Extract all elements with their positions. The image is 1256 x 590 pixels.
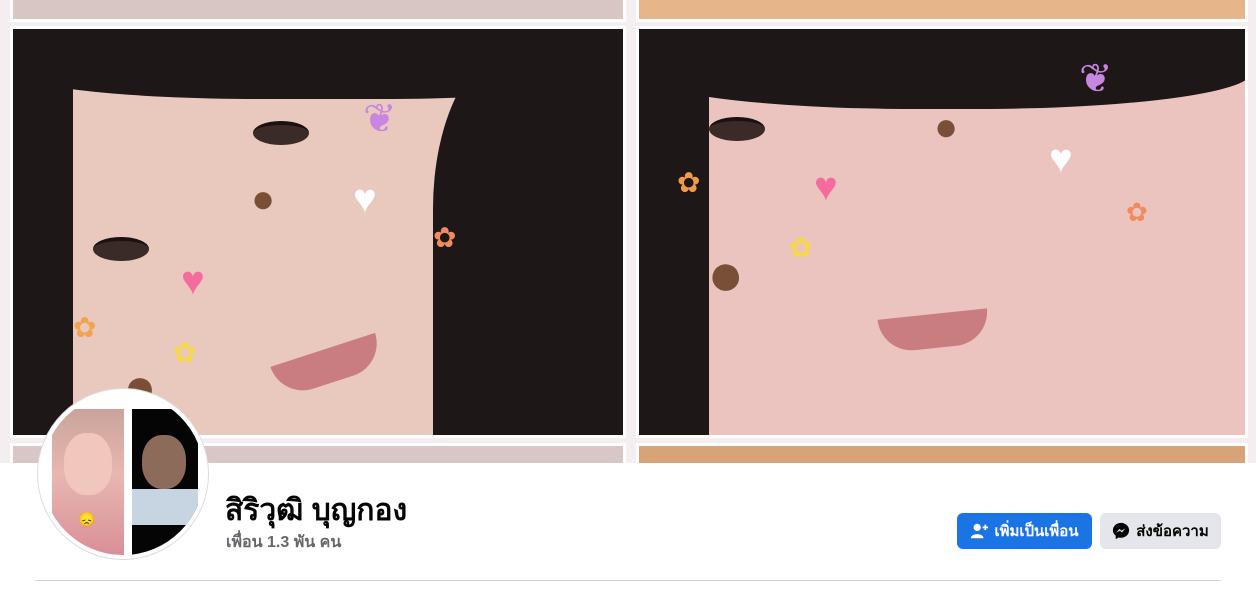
header-divider <box>35 580 1221 581</box>
eye <box>253 121 309 145</box>
bear-sticker-icon: ● <box>934 105 959 149</box>
hair-shape <box>639 49 709 435</box>
lips <box>270 332 386 400</box>
flower-sticker-icon: ✿ <box>789 232 813 263</box>
heart-sticker-icon: ♥ <box>181 259 205 303</box>
bird-sticker-icon: ♥ <box>353 177 377 221</box>
eye <box>709 117 765 141</box>
hair-shape <box>433 49 623 435</box>
face <box>142 435 186 489</box>
flower-sticker-icon: ✿ <box>173 337 197 368</box>
heart-sticker-icon: ♥ <box>814 165 838 209</box>
flower-sticker-icon: ✿ <box>73 312 97 343</box>
cover-photo[interactable]: ❦ ● ♥ ♥ ✿ ✿ ✿ ● ● ❦ ♥ ♥ ✿ ✿ ● ✿ <box>0 0 1256 463</box>
profile-photo-left-panel: 😞 <box>52 409 124 555</box>
messenger-icon <box>1113 522 1130 540</box>
cover-tile-left: ❦ ● ♥ ♥ ✿ ✿ ✿ ● <box>10 26 626 438</box>
cover-tile-right: ● ❦ ♥ ♥ ✿ ✿ ● ✿ <box>636 26 1248 438</box>
flower-sticker-icon: ✿ <box>677 167 701 198</box>
friends-count-link[interactable]: เพื่อน 1.3 พัน คน <box>226 530 341 555</box>
butterfly-sticker-icon: ❦ <box>1079 57 1113 101</box>
add-friend-icon <box>971 523 989 539</box>
cover-tile-top-left <box>10 0 626 22</box>
hair-shape <box>13 59 73 435</box>
profile-photo-right-panel <box>132 409 198 555</box>
face <box>64 433 112 495</box>
add-friend-button[interactable]: เพิ่มเป็นเพื่อน <box>957 513 1092 549</box>
profile-name: สิริวุฒิ บุญกอง <box>225 494 408 527</box>
bear-sticker-icon: ● <box>251 177 276 221</box>
message-label: ส่งข้อความ <box>1136 523 1209 540</box>
flower-sticker-icon: ✿ <box>433 222 457 253</box>
profile-picture[interactable]: 😞 <box>38 389 208 559</box>
butterfly-sticker-icon: ❦ <box>363 97 397 141</box>
message-button[interactable]: ส่งข้อความ <box>1100 513 1221 549</box>
profile-picture-image: 😞 <box>42 393 204 555</box>
flower-sticker-icon: ✿ <box>1126 197 1148 227</box>
shirt <box>132 489 198 525</box>
bird-sticker-icon: ♥ <box>1049 137 1073 181</box>
emoji-sticker-icon: 😞 <box>78 511 96 527</box>
cover-tile-top-right <box>636 0 1248 22</box>
cover-tile-bottom-right <box>636 443 1248 463</box>
lips <box>877 308 991 354</box>
add-friend-label: เพิ่มเป็นเพื่อน <box>994 523 1079 540</box>
eye <box>93 237 149 261</box>
hair-shape <box>639 29 1245 109</box>
bear-sticker-icon: ● <box>707 240 745 309</box>
